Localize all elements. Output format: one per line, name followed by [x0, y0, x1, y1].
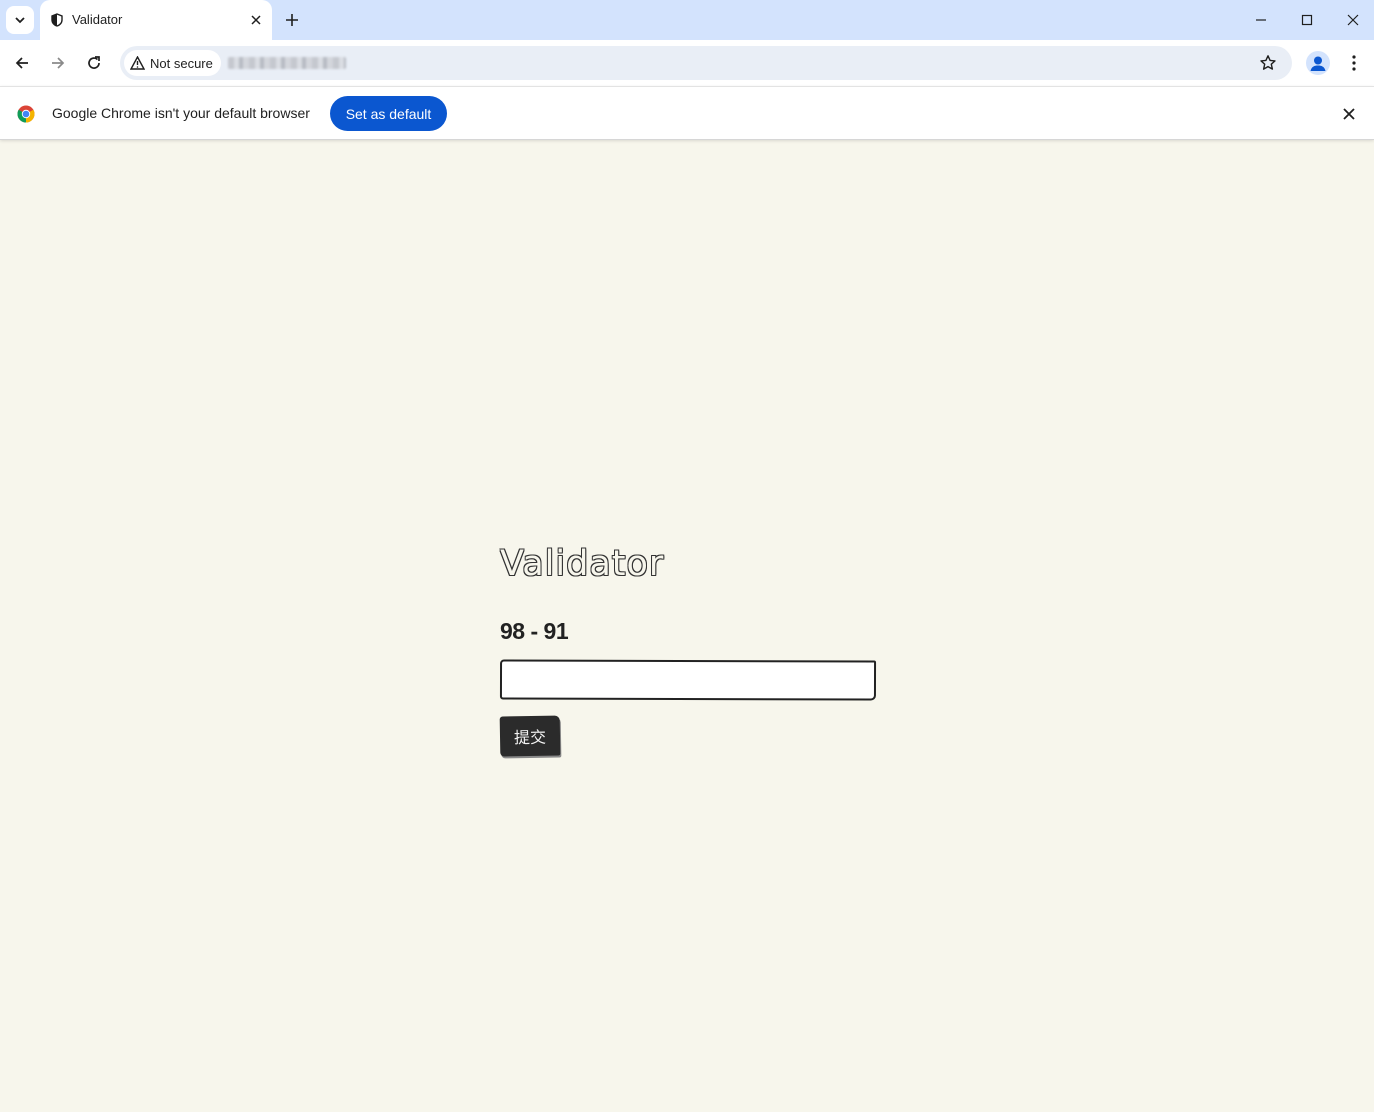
submit-button[interactable]: 提交 [499, 715, 561, 757]
new-tab-button[interactable] [282, 10, 302, 30]
minimize-button[interactable] [1251, 10, 1271, 30]
chevron-down-icon [15, 17, 25, 24]
more-vertical-icon [1352, 55, 1356, 71]
close-icon [251, 15, 261, 25]
reload-icon [88, 56, 100, 69]
math-question: 98 - 91 [500, 618, 569, 644]
site-info-chip[interactable]: Not secure [124, 50, 221, 76]
minimize-icon [1256, 19, 1266, 21]
set-as-default-button[interactable]: Set as default [330, 96, 447, 131]
star-icon [1260, 55, 1276, 70]
browser-toolbar: Not secure [0, 40, 1374, 86]
tab-strip: Validator [0, 0, 1374, 40]
shield-icon [51, 13, 63, 27]
close-icon [1347, 14, 1359, 26]
address-bar[interactable]: Not secure [120, 46, 1292, 80]
forward-button[interactable] [46, 51, 70, 75]
arrow-right-icon [52, 57, 65, 69]
plus-icon [286, 14, 298, 26]
maximize-icon [1301, 14, 1313, 26]
tab-title: Validator [72, 12, 123, 27]
infobar-close-button[interactable] [1340, 105, 1358, 123]
default-browser-infobar: Google Chrome isn't your default browser… [0, 86, 1374, 140]
answer-input[interactable] [499, 659, 877, 701]
window-close-button[interactable] [1343, 10, 1363, 30]
close-icon [1343, 108, 1355, 120]
tab-search-button[interactable] [6, 6, 34, 34]
arrow-left-icon [15, 57, 28, 69]
reload-button[interactable] [82, 51, 106, 75]
profile-avatar[interactable] [1306, 51, 1330, 75]
page-title: Validator [500, 544, 665, 584]
person-icon [1310, 56, 1326, 71]
tab-validator[interactable]: Validator [40, 0, 272, 40]
bookmark-button[interactable] [1258, 53, 1278, 73]
back-button[interactable] [10, 51, 34, 75]
browser-menu-button[interactable] [1344, 51, 1364, 75]
warning-icon [130, 56, 145, 70]
chrome-logo-icon [17, 105, 35, 123]
tab-close-button[interactable] [248, 12, 264, 28]
maximize-button[interactable] [1297, 10, 1317, 30]
infobar-message: Google Chrome isn't your default browser [52, 105, 310, 121]
url-text [228, 57, 346, 69]
security-label: Not secure [150, 55, 213, 71]
